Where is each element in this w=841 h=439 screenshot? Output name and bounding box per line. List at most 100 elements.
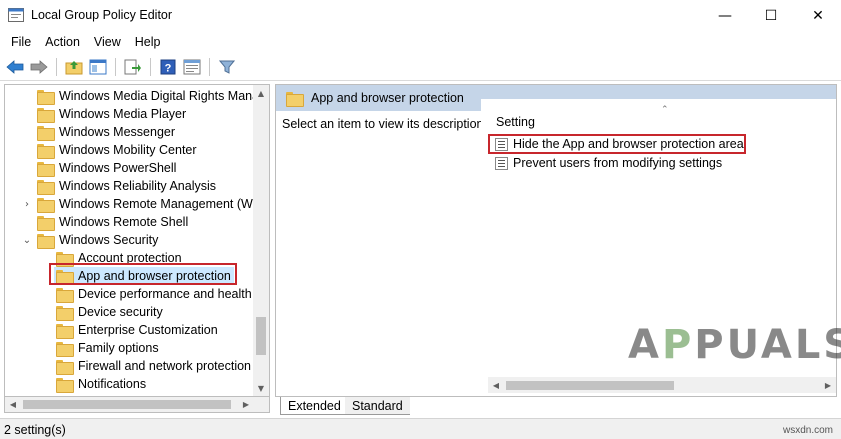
tree-item-label: Windows Mobility Center bbox=[59, 143, 197, 157]
tree-horizontal-scrollbar[interactable]: ◀ ▶ bbox=[4, 397, 270, 413]
folder-up-icon[interactable] bbox=[63, 56, 85, 78]
tab-standard[interactable]: Standard bbox=[345, 397, 410, 415]
tree-pane[interactable]: Windows Media Digital Rights Manag Window… bbox=[4, 84, 270, 397]
tree-item[interactable]: Notifications bbox=[56, 375, 146, 393]
highlight-box-tree bbox=[49, 263, 237, 285]
tree-item[interactable]: Device security bbox=[56, 303, 163, 321]
folder-icon bbox=[37, 107, 55, 123]
folder-icon bbox=[286, 91, 304, 107]
folder-icon bbox=[56, 305, 74, 321]
menu-action[interactable]: Action bbox=[38, 35, 87, 49]
expand-chevron-icon[interactable]: › bbox=[21, 198, 33, 210]
folder-icon bbox=[37, 215, 55, 231]
scroll-thumb[interactable] bbox=[256, 317, 266, 355]
properties-icon[interactable] bbox=[181, 56, 203, 78]
tree-item[interactable]: Windows PowerShell bbox=[37, 159, 176, 177]
details-horizontal-scrollbar[interactable]: ◀ ▶ bbox=[488, 377, 836, 393]
folder-icon bbox=[37, 233, 55, 249]
setting-item-prevent-modifying[interactable]: Prevent users from modifying settings bbox=[495, 154, 722, 172]
description-text: Select an item to view its description. bbox=[282, 117, 487, 131]
tree-item[interactable]: Firewall and network protection bbox=[56, 357, 251, 375]
tree-item-label: Firewall and network protection bbox=[78, 359, 251, 373]
scroll-thumb[interactable] bbox=[23, 400, 231, 409]
scroll-thumb[interactable] bbox=[506, 381, 674, 390]
collapse-chevron-icon[interactable]: ⌄ bbox=[21, 234, 33, 246]
tree-item[interactable]: Windows Reliability Analysis bbox=[37, 177, 216, 195]
minimize-button[interactable]: — bbox=[702, 0, 748, 31]
details-header-title: App and browser protection bbox=[311, 91, 464, 105]
svg-text:?: ? bbox=[165, 62, 172, 74]
menu-file[interactable]: File bbox=[4, 35, 38, 49]
scroll-left-icon[interactable]: ◀ bbox=[5, 397, 21, 412]
maximize-button[interactable]: ☐ bbox=[748, 0, 794, 31]
filter-icon[interactable] bbox=[216, 56, 238, 78]
back-arrow-icon[interactable] bbox=[4, 56, 26, 78]
menu-help[interactable]: Help bbox=[128, 35, 168, 49]
tree-item-label: Windows Messenger bbox=[59, 125, 176, 139]
tree-item[interactable]: Windows Messenger bbox=[37, 123, 175, 141]
tree-item-label: Windows Security bbox=[59, 233, 159, 247]
folder-icon bbox=[37, 161, 55, 177]
status-bar: 2 setting(s) bbox=[0, 418, 841, 439]
tree-item-label: Device security bbox=[78, 305, 163, 319]
folder-icon bbox=[37, 89, 55, 105]
tree-item-label: Windows Reliability Analysis bbox=[59, 179, 217, 193]
export-list-icon[interactable] bbox=[122, 56, 144, 78]
toolbar-separator bbox=[56, 57, 57, 76]
help-icon[interactable]: ? bbox=[157, 56, 179, 78]
setting-label: Prevent users from modifying settings bbox=[513, 156, 723, 170]
tree-item[interactable]: Windows Media Digital Rights Manag bbox=[37, 87, 266, 105]
tree-item[interactable]: Windows Mobility Center bbox=[37, 141, 197, 159]
forward-arrow-icon[interactable] bbox=[28, 56, 50, 78]
toolbar-separator bbox=[209, 57, 210, 76]
scroll-down-icon[interactable]: ▼ bbox=[253, 380, 269, 396]
folder-icon bbox=[37, 179, 55, 195]
tree-item[interactable]: › Windows Remote Management (Win bbox=[25, 195, 263, 213]
column-header-setting[interactable]: Setting bbox=[496, 115, 535, 129]
tree-vertical-scrollbar[interactable]: ▲ ▼ bbox=[253, 85, 269, 396]
policy-editor-icon bbox=[8, 8, 24, 22]
tree-item-label: Device performance and health bbox=[78, 287, 252, 301]
tree-item-label: Windows Media Digital Rights Manag bbox=[59, 89, 267, 103]
toolbar: ? bbox=[0, 53, 841, 81]
tree-item[interactable]: Windows Media Player bbox=[37, 105, 186, 123]
site-watermark: wsxdn.com bbox=[783, 425, 834, 436]
folder-icon bbox=[56, 377, 74, 393]
highlight-box-setting bbox=[488, 134, 746, 154]
policy-setting-icon bbox=[495, 156, 508, 170]
tree-item-label: Windows Remote Shell bbox=[59, 215, 189, 229]
tree-item[interactable]: Family options bbox=[56, 339, 159, 357]
menu-view[interactable]: View bbox=[87, 35, 128, 49]
folder-icon bbox=[56, 323, 74, 339]
folder-icon bbox=[56, 287, 74, 303]
tree-item[interactable]: Device performance and health bbox=[56, 285, 252, 303]
menu-bar: File Action View Help bbox=[0, 31, 841, 53]
show-hide-tree-icon[interactable] bbox=[87, 56, 109, 78]
folder-icon bbox=[37, 143, 55, 159]
appuals-logo: APPUALS bbox=[628, 322, 841, 368]
settings-list-top bbox=[482, 99, 836, 113]
tree-item[interactable]: Enterprise Customization bbox=[56, 321, 218, 339]
tree-item-label: Notifications bbox=[78, 377, 147, 391]
tree-item-label: Family options bbox=[78, 341, 159, 355]
tree-item-label: Windows Remote Management (Win bbox=[59, 197, 263, 211]
tree-item-label: Windows PowerShell bbox=[59, 161, 177, 175]
scroll-left-icon[interactable]: ◀ bbox=[488, 377, 504, 393]
status-text: 2 setting(s) bbox=[4, 423, 66, 437]
window-title: Local Group Policy Editor bbox=[31, 8, 173, 22]
scroll-right-icon[interactable]: ▶ bbox=[820, 377, 836, 393]
tab-extended[interactable]: Extended bbox=[280, 397, 349, 415]
tree-item-label: Enterprise Customization bbox=[78, 323, 218, 337]
tree-item[interactable]: Windows Remote Shell bbox=[37, 213, 188, 231]
folder-icon bbox=[37, 125, 55, 141]
folder-icon bbox=[37, 197, 55, 213]
close-button[interactable]: ✕ bbox=[795, 0, 841, 31]
tree-item[interactable]: ⌄ Windows Security bbox=[23, 231, 159, 249]
title-bar: Local Group Policy Editor — ☐ ✕ bbox=[0, 0, 841, 31]
scroll-right-icon[interactable]: ▶ bbox=[238, 397, 254, 412]
scroll-up-icon[interactable]: ▲ bbox=[253, 85, 269, 101]
sort-ascending-icon: ⌃ bbox=[661, 105, 669, 115]
toolbar-separator bbox=[115, 57, 116, 76]
folder-icon bbox=[56, 359, 74, 375]
tree-item-label: Windows Media Player bbox=[59, 107, 187, 121]
